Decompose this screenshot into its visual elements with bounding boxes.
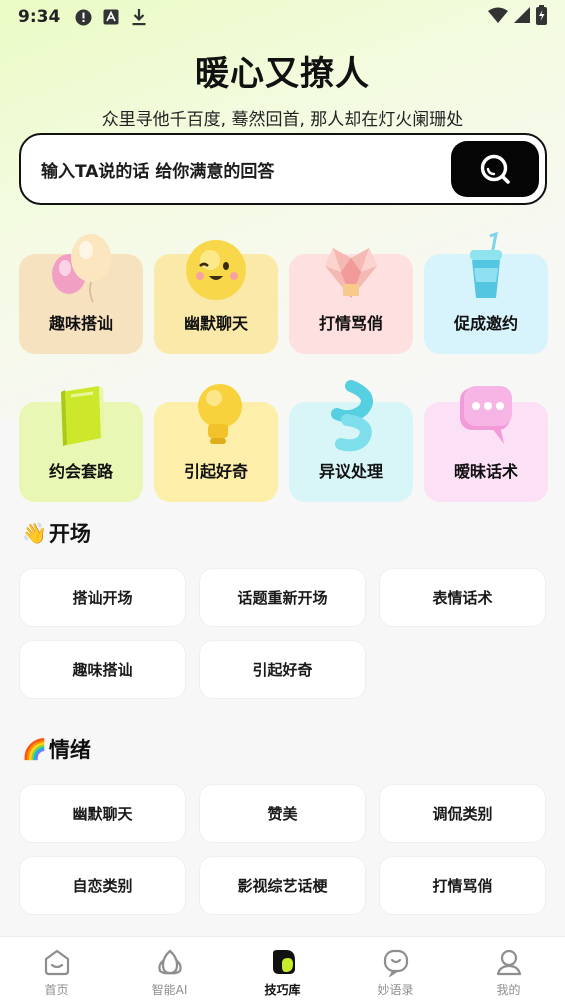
tag-button[interactable]: 赞美 bbox=[199, 784, 366, 843]
category-card[interactable]: 趣味搭讪 bbox=[19, 234, 143, 354]
cup-icon bbox=[470, 232, 502, 298]
library-icon bbox=[272, 950, 295, 974]
category-card[interactable]: 幽默聊天 bbox=[154, 240, 278, 354]
status-time: 9:34 bbox=[18, 7, 61, 27]
book-icon bbox=[61, 386, 105, 446]
search-icon bbox=[480, 154, 510, 184]
rainbow-icon: 🌈 bbox=[22, 737, 47, 761]
page-subtitle: 众里寻他千百度, 蓦然回首, 那人却在灯火阑珊处 bbox=[101, 110, 464, 130]
tag-grid-opening: 搭讪开场 话题重新开场 表情话术 趣味搭讪 引起好奇 bbox=[19, 568, 547, 699]
tag-button[interactable]: 打情骂俏 bbox=[379, 856, 546, 915]
wifi-icon bbox=[488, 7, 508, 27]
category-label: 引起好奇 bbox=[183, 462, 248, 481]
tag-button[interactable]: 影视综艺话梗 bbox=[199, 856, 366, 915]
hero: 暖心又撩人 众里寻他千百度, 蓦然回首, 那人却在灯火阑珊处 bbox=[0, 46, 565, 130]
nav-label: 技巧库 bbox=[264, 983, 301, 997]
smiley-icon bbox=[186, 240, 246, 300]
balloon-icon bbox=[52, 234, 111, 303]
status-bar: 9:34 bbox=[0, 0, 565, 34]
tag-button[interactable]: 趣味搭讪 bbox=[19, 640, 186, 699]
category-card[interactable]: 引起好奇 bbox=[154, 384, 278, 502]
nav-label: 首页 bbox=[44, 983, 69, 997]
tag-button[interactable]: 引起好奇 bbox=[199, 640, 366, 699]
category-card[interactable]: 约会套路 bbox=[19, 386, 143, 502]
category-card[interactable]: 异议处理 bbox=[289, 380, 413, 502]
home-icon bbox=[44, 949, 69, 976]
wave-icon bbox=[331, 380, 373, 452]
search-button[interactable] bbox=[451, 141, 539, 197]
tag-button[interactable]: 自恋类别 bbox=[19, 856, 186, 915]
nav-label: 我的 bbox=[496, 983, 521, 997]
tag-button[interactable]: 话题重新开场 bbox=[199, 568, 366, 627]
ai-icon bbox=[157, 949, 182, 975]
category-card[interactable]: 打情骂俏 bbox=[289, 248, 413, 354]
keyboard-a-icon bbox=[102, 8, 120, 26]
section-title-text: 情绪 bbox=[48, 738, 91, 762]
tag-button[interactable]: 表情话术 bbox=[379, 568, 546, 627]
tag-button[interactable]: 调侃类别 bbox=[379, 784, 546, 843]
nav-item-library[interactable]: 技巧库 bbox=[226, 937, 339, 1004]
search-input[interactable]: 输入TA说的话 给你满意的回答 bbox=[41, 157, 274, 182]
category-label: 异议处理 bbox=[318, 462, 383, 481]
bottom-nav: 首页 智能AI 技巧库 妙语录 我的 bbox=[0, 936, 565, 1004]
nav-item-profile[interactable]: 我的 bbox=[452, 937, 565, 1004]
waving-hand-icon: 👋 bbox=[22, 521, 47, 545]
category-card[interactable]: 暧昧话术 bbox=[424, 386, 548, 502]
tag-button[interactable]: 搭讪开场 bbox=[19, 568, 186, 627]
section-title-opening: 👋 开场 bbox=[22, 518, 91, 548]
category-label: 促成邀约 bbox=[453, 314, 518, 333]
category-label: 幽默聊天 bbox=[183, 314, 248, 333]
tag-button[interactable]: 幽默聊天 bbox=[19, 784, 186, 843]
section-title-text: 开场 bbox=[48, 522, 91, 546]
signal-icon bbox=[514, 7, 530, 27]
page-title: 暖心又撩人 bbox=[195, 54, 370, 94]
category-label: 约会套路 bbox=[48, 462, 113, 481]
nav-label: 智能AI bbox=[151, 983, 188, 997]
category-label: 趣味搭讪 bbox=[48, 314, 113, 333]
bulb-icon bbox=[198, 384, 242, 444]
nav-item-quotes[interactable]: 妙语录 bbox=[339, 937, 452, 1004]
tag-grid-emotion: 幽默聊天 赞美 调侃类别 自恋类别 影视综艺话梗 打情骂俏 bbox=[19, 784, 547, 915]
alert-icon bbox=[74, 8, 92, 26]
search-box[interactable]: 输入TA说的话 给你满意的回答 bbox=[19, 133, 547, 205]
gem-heart-icon bbox=[325, 248, 377, 298]
section-title-emotion: 🌈 情绪 bbox=[22, 734, 91, 764]
battery-icon bbox=[536, 5, 547, 29]
download-icon bbox=[130, 8, 148, 26]
profile-icon bbox=[496, 949, 521, 976]
chat-bubble-icon bbox=[460, 386, 512, 444]
nav-label: 妙语录 bbox=[377, 983, 414, 997]
nav-item-ai[interactable]: 智能AI bbox=[113, 937, 226, 1004]
category-label: 暧昧话术 bbox=[453, 462, 518, 481]
nav-item-home[interactable]: 首页 bbox=[0, 937, 113, 1004]
category-label: 打情骂俏 bbox=[318, 314, 383, 333]
category-grid: 趣味搭讪 幽默聊天 打情骂俏 促成邀约 约会套路 引起好奇 异议处理 暧昧话术 bbox=[19, 232, 548, 502]
category-card[interactable]: 促成邀约 bbox=[424, 232, 548, 354]
quotes-icon bbox=[383, 949, 408, 977]
